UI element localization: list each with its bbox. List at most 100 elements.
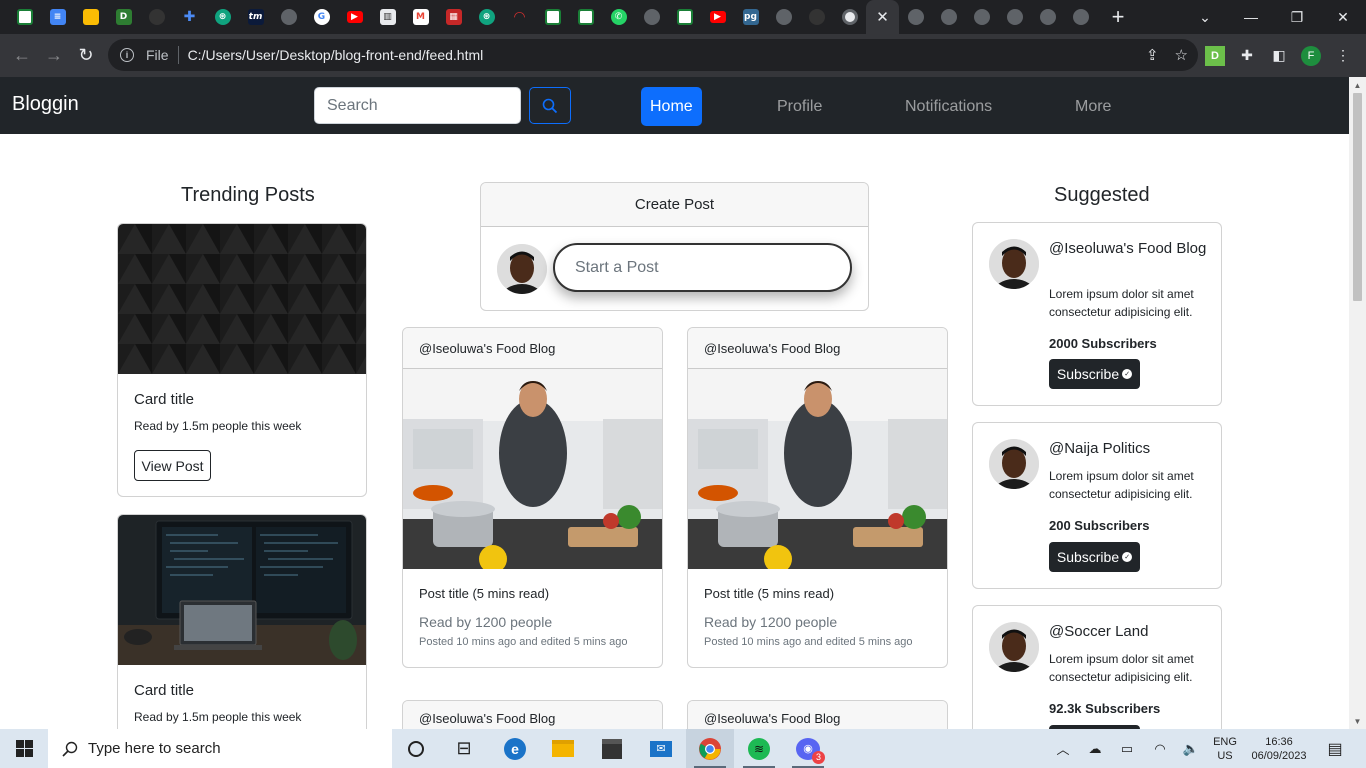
post-author[interactable]: @Iseoluwa's Food Blog [688, 701, 947, 729]
url-text[interactable]: C:/Users/User/Desktop/blog-front-end/fee… [188, 47, 484, 63]
scroll-up-arrow-icon[interactable]: ▲ [1349, 77, 1366, 93]
browser-tab[interactable] [932, 0, 965, 34]
browser-tab[interactable]: tm [239, 0, 272, 34]
extension-icon[interactable]: D [1205, 45, 1225, 66]
browser-tab[interactable]: ◠ [503, 0, 536, 34]
onedrive-cloud-icon[interactable]: ☁ [1083, 729, 1107, 768]
profile-avatar[interactable]: F [1301, 45, 1321, 66]
show-hidden-icons-chevron-icon[interactable]: ︿ [1052, 729, 1074, 768]
info-icon[interactable]: i [120, 48, 134, 62]
subscribe-button[interactable]: Subscribe ✓ [1049, 359, 1140, 389]
forward-button[interactable]: → [38, 40, 70, 72]
start-post-input[interactable]: Start a Post [553, 243, 852, 292]
scroll-down-arrow-icon[interactable]: ▼ [1349, 713, 1366, 729]
post-author[interactable]: @Iseoluwa's Food Blog [403, 701, 662, 729]
nav-profile[interactable]: Profile [777, 87, 822, 126]
side-panel-icon[interactable]: ◧ [1269, 46, 1289, 66]
browser-tab[interactable]: D [107, 0, 140, 34]
page-scrollbar[interactable]: ▲ ▼ [1349, 77, 1366, 729]
mail-icon[interactable]: ✉ [637, 729, 685, 768]
browser-tab[interactable]: ▥ [371, 0, 404, 34]
nav-home[interactable]: Home [641, 87, 702, 126]
browser-tab[interactable] [536, 0, 569, 34]
check-circle-icon: ✓ [1122, 552, 1133, 562]
task-view-icon[interactable]: ⊟ [440, 729, 488, 768]
search-icon [62, 741, 78, 757]
card-title: Card title [134, 391, 195, 408]
browser-tab[interactable]: G [305, 0, 338, 34]
extensions-puzzle-icon[interactable]: ✚ [1237, 46, 1257, 66]
browser-tab-active[interactable]: ✕ [866, 0, 899, 34]
back-button[interactable]: ← [6, 40, 38, 72]
browser-tab[interactable] [800, 0, 833, 34]
scroll-thumb[interactable] [1353, 93, 1362, 301]
battery-icon[interactable]: ▭ [1115, 729, 1139, 768]
language-indicator[interactable]: ENG US [1210, 729, 1240, 768]
restore-button[interactable]: ❐ [1274, 0, 1320, 34]
reload-button[interactable]: ↻ [70, 40, 102, 72]
start-button[interactable] [0, 729, 48, 768]
view-post-button[interactable]: View Post [134, 450, 211, 481]
address-bar[interactable]: i File C:/Users/User/Desktop/blog-front-… [108, 39, 1198, 71]
tab-search-chevron-icon[interactable]: ⌄ [1182, 0, 1228, 34]
blog-name[interactable]: @Naija Politics [1049, 440, 1150, 457]
clock[interactable]: 16:36 06/09/2023 [1246, 729, 1312, 768]
cortana-icon[interactable] [392, 729, 440, 768]
browser-tab[interactable] [569, 0, 602, 34]
browser-tab[interactable] [1031, 0, 1064, 34]
browser-tab[interactable]: ≡ [41, 0, 74, 34]
file-explorer-icon[interactable] [539, 729, 587, 768]
chrome-taskbar-icon[interactable] [686, 729, 734, 768]
post-author[interactable]: @Iseoluwa's Food Blog [688, 328, 947, 369]
browser-tab[interactable] [1064, 0, 1097, 34]
edge-icon[interactable]: e [491, 729, 539, 768]
browser-tab[interactable] [140, 0, 173, 34]
browser-tab[interactable] [8, 0, 41, 34]
notification-center-icon[interactable]: ▤ [1320, 729, 1350, 768]
close-icon[interactable]: ✕ [876, 8, 889, 26]
browser-tab[interactable]: M [404, 0, 437, 34]
subscribe-button[interactable]: Subscribe ✓ [1049, 542, 1140, 572]
browser-tab[interactable] [833, 0, 866, 34]
browser-tab[interactable]: ▶ [338, 0, 371, 34]
browser-tab[interactable] [635, 0, 668, 34]
nav-more[interactable]: More [1075, 87, 1111, 126]
browser-tab[interactable] [965, 0, 998, 34]
post-author[interactable]: @Iseoluwa's Food Blog [403, 328, 662, 369]
browser-tab[interactable]: ✆ [602, 0, 635, 34]
minimize-button[interactable]: — [1228, 0, 1274, 34]
card-image-dark-pattern [118, 224, 366, 374]
tab-favicon-icon [544, 9, 561, 25]
taskbar-search[interactable]: Type here to search [48, 729, 392, 768]
brand-logo[interactable]: Bloggin [12, 93, 79, 116]
browser-tab[interactable] [998, 0, 1031, 34]
new-tab-button[interactable]: + [1103, 0, 1133, 34]
store-icon[interactable] [588, 729, 636, 768]
spotify-icon[interactable]: ≋ [735, 729, 783, 768]
browser-tab[interactable]: ✚ [173, 0, 206, 34]
search-input[interactable]: Search [314, 87, 521, 124]
browser-tab[interactable] [272, 0, 305, 34]
globe-icon [1072, 9, 1089, 25]
browser-tab[interactable]: ▶ [701, 0, 734, 34]
browser-tab[interactable]: ⊛ [470, 0, 503, 34]
bookmark-star-icon[interactable]: ☆ [1175, 46, 1188, 64]
close-window-button[interactable]: ✕ [1320, 0, 1366, 34]
nav-notifications[interactable]: Notifications [905, 87, 992, 126]
wifi-icon[interactable]: ◠ [1148, 729, 1172, 768]
menu-kebab-icon[interactable]: ⋮ [1333, 46, 1353, 66]
browser-tab[interactable]: pg [734, 0, 767, 34]
blog-name[interactable]: @Iseoluwa's Food Blog [1049, 240, 1209, 258]
blog-name[interactable]: @Soccer Land [1049, 623, 1148, 640]
browser-tab[interactable]: ▦ [437, 0, 470, 34]
volume-icon[interactable]: 🔈 [1179, 729, 1203, 768]
browser-tab[interactable]: ⊛ [206, 0, 239, 34]
discord-icon[interactable]: ◉ 3 [784, 729, 832, 768]
browser-tab[interactable] [668, 0, 701, 34]
chrome-icon [699, 737, 721, 760]
browser-tab[interactable] [74, 0, 107, 34]
browser-tab[interactable] [899, 0, 932, 34]
share-icon[interactable]: ⇪ [1146, 46, 1159, 64]
search-button[interactable] [529, 87, 571, 124]
browser-tab[interactable] [767, 0, 800, 34]
